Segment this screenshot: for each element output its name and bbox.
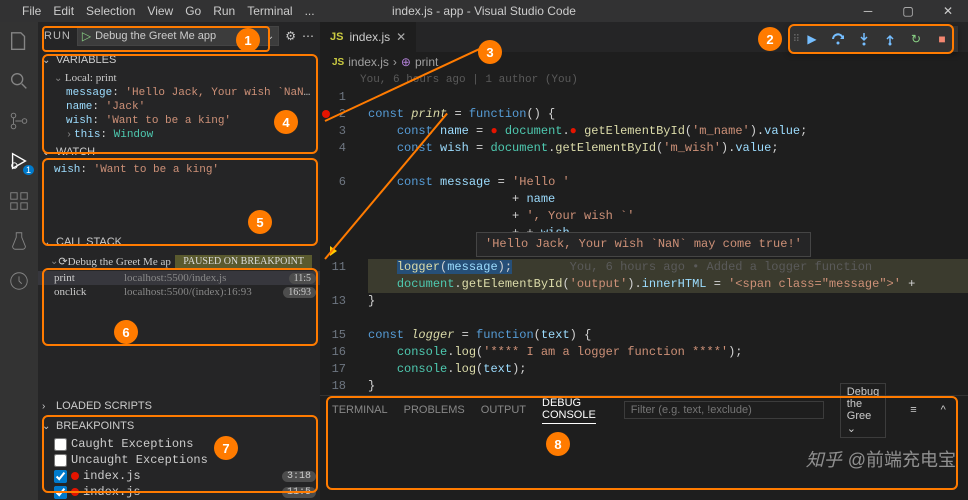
variable-scope[interactable]: ⌄ Local: print <box>38 70 320 86</box>
method-icon: ⊕ <box>401 55 411 69</box>
menu-file[interactable]: File <box>22 4 41 18</box>
hover-tooltip: 'Hello Jack, Your wish `NaN` may come tr… <box>476 232 811 257</box>
panel-tab-problems[interactable]: PROBLEMS <box>404 404 465 416</box>
debug-sidebar: RUN ▷ Debug the Greet Me app ⌄ ⚙ ⋯ ⌄VARI… <box>38 22 320 500</box>
watch-header[interactable]: ⌄WATCH <box>38 142 320 162</box>
breakpoint-caught[interactable]: Caught Exceptions <box>38 436 320 452</box>
breakpoint-item[interactable]: index.js3:18 <box>38 468 320 484</box>
breakpoint-uncaught[interactable]: Uncaught Exceptions <box>38 452 320 468</box>
tab-close-icon[interactable]: ✕ <box>396 30 406 44</box>
variable-row[interactable]: message: 'Hello Jack, Your wish `NaN` ma… <box>38 86 320 100</box>
breakpoints-section: Caught Exceptions Uncaught Exceptions in… <box>38 436 320 500</box>
extensions-icon[interactable] <box>8 190 30 212</box>
variable-row[interactable]: ›this: Window <box>38 128 320 142</box>
window-title: index.js - app - Visual Studio Code <box>392 4 576 18</box>
menu-bar: File Edit Selection View Go Run Terminal… <box>6 4 315 18</box>
step-over-button[interactable] <box>826 27 850 51</box>
callstack-section: ⌄ ⟳ Debug the Greet Me app: PAUSED ON BR… <box>38 252 320 317</box>
menu-go[interactable]: Go <box>185 4 201 18</box>
maximize-icon[interactable]: ▢ <box>888 0 928 22</box>
title-bar: File Edit Selection View Go Run Terminal… <box>0 0 968 22</box>
callstack-header[interactable]: ⌄CALL STACK <box>38 232 320 252</box>
editor-group: JS index.js ✕ JS index.js › ⊕ print You,… <box>320 22 968 500</box>
variable-row[interactable]: wish: 'Want to be a king' <box>38 114 320 128</box>
menu-run[interactable]: Run <box>213 4 235 18</box>
test-icon[interactable] <box>8 230 30 252</box>
tab-label: index.js <box>349 30 390 44</box>
menu-selection[interactable]: Selection <box>86 4 135 18</box>
loaded-scripts-header[interactable]: ›LOADED SCRIPTS <box>38 396 320 416</box>
source-control-icon[interactable] <box>8 110 30 132</box>
minimize-icon[interactable]: ─ <box>848 0 888 22</box>
menu-edit[interactable]: Edit <box>53 4 74 18</box>
variables-section: ⌄ Local: print message: 'Hello Jack, You… <box>38 70 320 142</box>
stop-button[interactable]: ■ <box>930 27 954 51</box>
git-blame: You, 6 hours ago | 1 author (You) <box>360 72 578 89</box>
callstack-title: Debug the Greet Me app: <box>68 256 172 268</box>
js-file-icon: JS <box>330 31 343 43</box>
debug-icon[interactable]: 1 <box>8 150 30 172</box>
breakpoint-item[interactable]: index.js11:5 <box>38 484 320 500</box>
run-label: RUN <box>44 30 71 42</box>
panel-tab-output[interactable]: OUTPUT <box>481 404 526 416</box>
play-icon[interactable]: ▷ <box>82 29 91 43</box>
continue-button[interactable]: ▶ <box>800 27 824 51</box>
more-icon[interactable]: ⋯ <box>302 29 314 43</box>
line-numbers: 12346111315161718 <box>320 89 360 395</box>
debug-toolbar[interactable]: ⠿ ▶ ↻ ■ <box>789 26 958 52</box>
restart-button[interactable]: ↻ <box>904 27 928 51</box>
close-icon[interactable]: ✕ <box>928 0 968 22</box>
step-into-button[interactable] <box>852 27 876 51</box>
grip-icon[interactable]: ⠿ <box>793 34 798 45</box>
step-out-button[interactable] <box>878 27 902 51</box>
panel-tab-terminal[interactable]: TERMINAL <box>332 404 388 416</box>
panel-maximize-icon[interactable]: ^ <box>941 404 946 416</box>
watermark: 知乎@前端充电宝 <box>806 446 956 472</box>
activity-bar: 1 <box>0 22 38 500</box>
editor-tab[interactable]: JS index.js ✕ <box>320 22 417 52</box>
watch-row[interactable]: wish: 'Want to be a king' <box>38 162 320 178</box>
js-file-icon: JS <box>332 57 344 68</box>
menu-more[interactable]: ... <box>305 4 315 18</box>
breakpoints-header[interactable]: ⌄BREAKPOINTS <box>38 416 320 436</box>
run-config-name: Debug the Greet Me app <box>95 30 216 42</box>
callstack-status: PAUSED ON BREAKPOINT <box>175 255 312 268</box>
stack-frame[interactable]: onclick localhost:5500/(index):16:93 16:… <box>38 285 320 299</box>
menu-view[interactable]: View <box>147 4 173 18</box>
run-config-selector[interactable]: ▷ Debug the Greet Me app ⌄ <box>77 26 279 46</box>
variable-row[interactable]: name: 'Jack' <box>38 100 320 114</box>
breadcrumb[interactable]: JS index.js › ⊕ print <box>320 52 968 72</box>
clear-console-icon[interactable]: ≡ <box>910 404 916 416</box>
debug-badge: 1 <box>23 165 34 175</box>
search-icon[interactable] <box>8 70 30 92</box>
chevron-down-icon[interactable]: ⌄ <box>266 31 274 42</box>
timeline-icon[interactable] <box>8 270 30 292</box>
variables-header[interactable]: ⌄VARIABLES <box>38 50 320 70</box>
gear-icon[interactable]: ⚙ <box>285 29 296 43</box>
panel-tab-debug-console[interactable]: DEBUG CONSOLE <box>542 397 596 424</box>
watch-section: wish: 'Want to be a king' <box>38 162 320 232</box>
console-filter-input[interactable] <box>624 401 824 419</box>
files-icon[interactable] <box>8 30 30 52</box>
code-editor[interactable]: You, 6 hours ago | 1 author (You) 123461… <box>320 72 968 395</box>
menu-terminal[interactable]: Terminal <box>247 4 292 18</box>
stack-frame[interactable]: print localhost:5500/index.js 11:5 <box>38 271 320 285</box>
